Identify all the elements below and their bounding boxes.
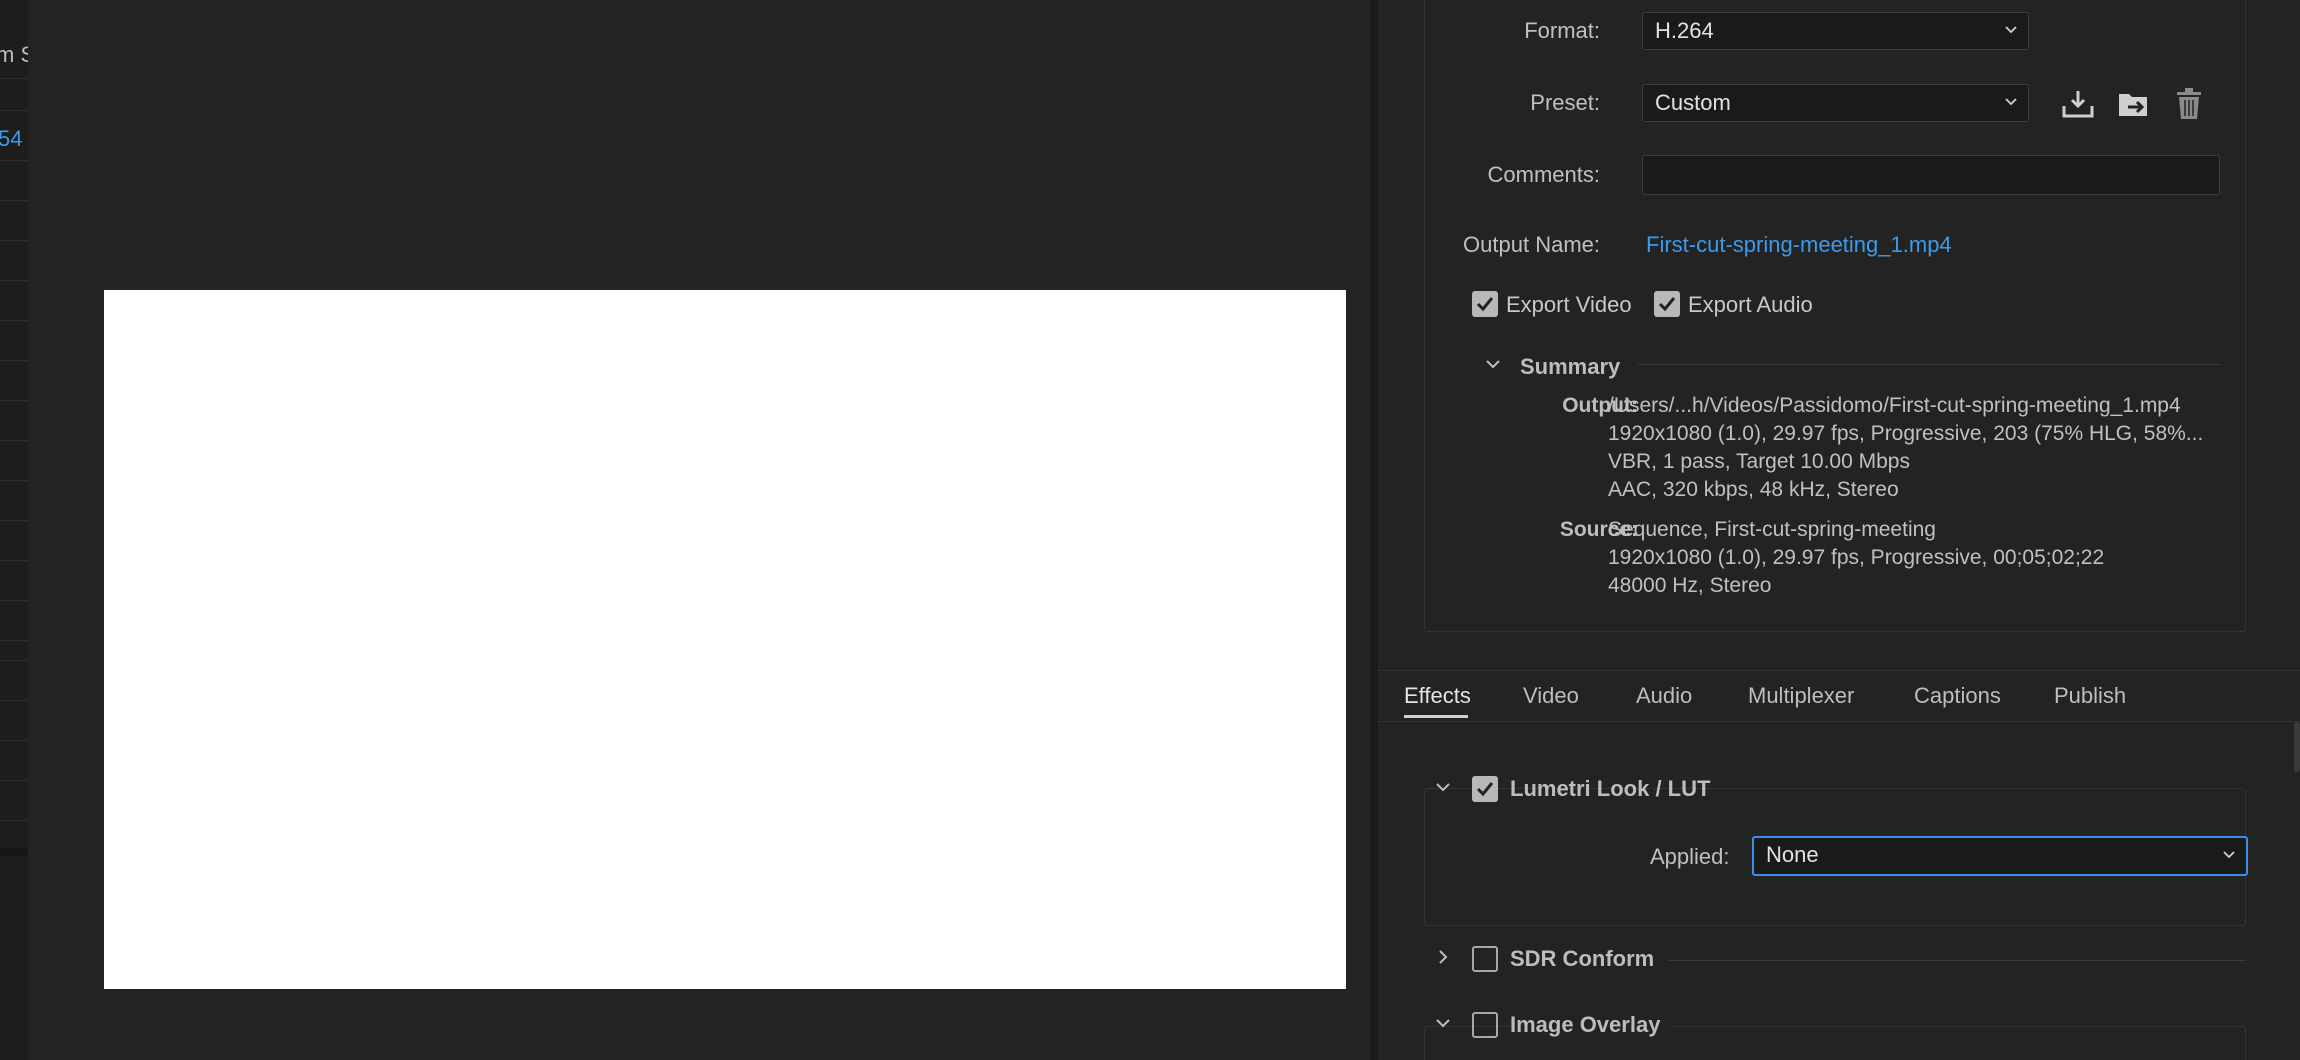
left-panel-strip: m S 54 <box>0 0 28 1060</box>
lumetri-title: Lumetri Look / LUT <box>1510 776 1711 801</box>
sdr-divider <box>1668 960 2246 961</box>
applied-value: None <box>1766 842 1819 867</box>
row-divider <box>0 160 28 161</box>
row-divider <box>0 78 28 79</box>
summary-output-line: 1920x1080 (1.0), 29.97 fps, Progressive,… <box>1608 422 2204 445</box>
export-audio-label: Export Audio <box>1688 292 1813 317</box>
delete-preset-icon[interactable] <box>2169 84 2209 124</box>
sdr-conform-checkbox[interactable] <box>1472 946 1498 972</box>
format-dropdown[interactable]: H.264 <box>1642 12 2029 50</box>
row-divider <box>0 740 28 741</box>
checkmark-icon <box>1658 297 1676 312</box>
chevron-down-icon <box>2005 26 2017 34</box>
row-divider <box>0 360 28 361</box>
panel-band <box>0 848 28 856</box>
summary-divider <box>1638 364 2220 365</box>
clipped-column-header: m S <box>0 42 28 67</box>
export-audio-checkbox[interactable] <box>1654 291 1680 317</box>
chevron-down-icon <box>2223 851 2235 859</box>
row-divider <box>0 640 28 641</box>
row-divider <box>0 400 28 401</box>
summary-source-line: Sequence, First-cut-spring-meeting <box>1608 518 1936 541</box>
chevron-down-icon[interactable] <box>1434 1014 1452 1032</box>
chevron-right-icon[interactable] <box>1434 948 1452 966</box>
comments-label: Comments: <box>1487 162 1600 187</box>
preset-dropdown[interactable]: Custom <box>1642 84 2029 122</box>
row-divider <box>0 240 28 241</box>
import-preset-icon[interactable] <box>2114 84 2154 124</box>
tab-audio[interactable]: Audio <box>1636 683 1692 709</box>
video-preview-frame <box>104 290 1346 989</box>
row-divider <box>0 660 28 661</box>
row-divider <box>0 820 28 821</box>
row-divider <box>0 520 28 521</box>
tab-video[interactable]: Video <box>1523 683 1579 709</box>
comments-input[interactable] <box>1642 155 2220 195</box>
summary-output-line: VBR, 1 pass, Target 10.00 Mbps <box>1608 450 1910 473</box>
checkmark-icon <box>1476 297 1494 312</box>
tab-publish[interactable]: Publish <box>2054 683 2126 709</box>
lumetri-checkbox[interactable] <box>1472 776 1498 802</box>
summary-source-line: 1920x1080 (1.0), 29.97 fps, Progressive,… <box>1608 546 2105 569</box>
tab-multiplexer[interactable]: Multiplexer <box>1748 683 1854 709</box>
output-name-link[interactable]: First-cut-spring-meeting_1.mp4 <box>1646 232 1952 258</box>
row-divider <box>0 560 28 561</box>
export-video-label: Export Video <box>1506 292 1632 317</box>
scrollbar-thumb[interactable] <box>2294 722 2300 772</box>
sdr-conform-title: SDR Conform <box>1510 946 1655 971</box>
format-value: H.264 <box>1655 18 1714 43</box>
row-divider <box>0 110 28 111</box>
save-preset-icon[interactable] <box>2058 84 2098 124</box>
export-settings-panel: Format: H.264 Preset: Custom Comments: O… <box>1378 0 2300 1060</box>
row-divider <box>0 780 28 781</box>
row-divider <box>0 600 28 601</box>
row-divider <box>0 440 28 441</box>
preset-value: Custom <box>1655 90 1731 115</box>
row-divider <box>0 480 28 481</box>
row-divider <box>0 700 28 701</box>
format-label: Format: <box>1524 18 1600 43</box>
tab-effects[interactable]: Effects <box>1404 683 1471 709</box>
output-name-label: Output Name: <box>1463 232 1600 257</box>
preset-label: Preset: <box>1530 90 1600 115</box>
active-tab-indicator <box>1404 715 1468 718</box>
summary-title: Summary <box>1520 354 1621 379</box>
row-divider <box>0 200 28 201</box>
image-overlay-checkbox[interactable] <box>1472 1012 1498 1038</box>
checkmark-icon <box>1476 782 1494 797</box>
applied-dropdown[interactable]: None <box>1752 836 2248 876</box>
title-gap <box>1714 789 2246 790</box>
chevron-down-icon <box>2005 98 2017 106</box>
tab-captions[interactable]: Captions <box>1914 683 2001 709</box>
summary-output-line: AAC, 320 kbps, 48 kHz, Stereo <box>1608 478 1899 501</box>
applied-label: Applied: <box>1650 844 1730 869</box>
preview-area <box>28 0 1370 1060</box>
chevron-down-icon[interactable] <box>1484 355 1502 373</box>
settings-tabbar: Effects Video Audio Multiplexer Captions… <box>1378 670 2300 722</box>
chevron-down-icon[interactable] <box>1434 778 1452 796</box>
panel-divider[interactable] <box>1370 0 1378 1060</box>
image-overlay-title: Image Overlay <box>1510 1012 1671 1038</box>
clipped-link[interactable]: 54 <box>0 126 22 152</box>
summary-source-line: 48000 Hz, Stereo <box>1608 574 1772 597</box>
row-divider <box>0 280 28 281</box>
export-video-checkbox[interactable] <box>1472 291 1498 317</box>
row-divider <box>0 320 28 321</box>
summary-output-line: /Users/...h/Videos/Passidomo/First-cut-s… <box>1608 394 2181 417</box>
